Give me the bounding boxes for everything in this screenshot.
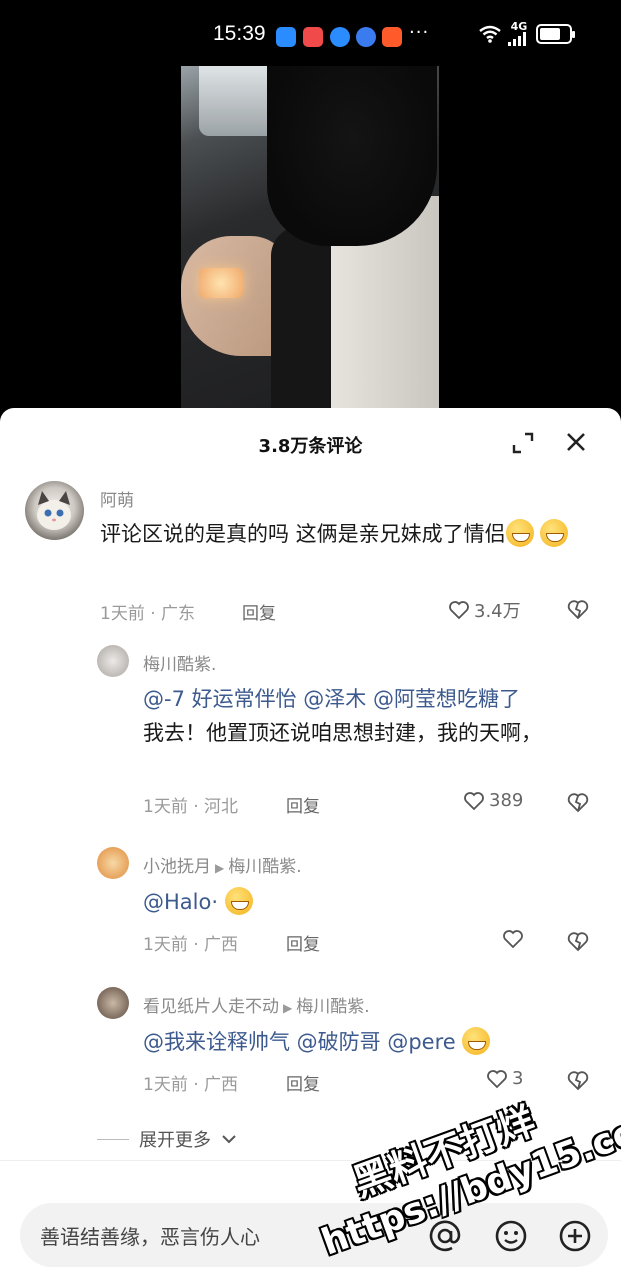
laugh-emoji-icon (505, 519, 534, 547)
shocked-emoji-icon (224, 887, 253, 915)
mentions[interactable]: @我来诠释帅气 @破防哥 @pere (143, 1030, 456, 1054)
mail-app-icon (303, 27, 323, 47)
reply-arrow-icon: ▶ (283, 1001, 293, 1015)
more-notifications-icon: ··· (409, 22, 430, 43)
network-type: 4G (510, 20, 528, 33)
expand-icon[interactable] (512, 432, 534, 454)
chevron-down-icon (222, 1135, 236, 1144)
like-count: 3 (512, 1068, 524, 1089)
heart-icon (464, 791, 484, 810)
comment-text: 评论区说的是真的吗 这俩是亲兄妹成了情侣 (100, 517, 598, 551)
expand-more-replies-button[interactable]: 展开更多 (97, 1126, 237, 1152)
reply-button[interactable]: 回复 (242, 599, 276, 624)
like-count: 389 (489, 790, 524, 811)
dislike-icon[interactable] (566, 791, 590, 813)
video-player[interactable] (181, 66, 439, 408)
battery-icon (536, 24, 575, 44)
add-icon[interactable] (558, 1219, 592, 1253)
reply-username[interactable]: 梅川酷紫. (143, 650, 216, 675)
like-count: 3.4万 (474, 601, 521, 622)
comment-input-placeholder: 善语结善缘，恶言伤人心 (40, 1225, 260, 1249)
heart-icon (503, 930, 523, 949)
status-time: 15:39 (213, 22, 266, 45)
emoji-icon[interactable] (494, 1219, 528, 1253)
like-button[interactable]: 3.4万 (448, 597, 521, 623)
reply-button[interactable]: 回复 (286, 1070, 320, 1095)
mentions[interactable]: @Halo· (143, 890, 218, 914)
mentions[interactable]: @-7 好运常伴怡 @泽木 @阿莹想吃糖了 (143, 687, 520, 711)
smile-emoji-icon (462, 1027, 491, 1055)
video-phone-glow (199, 268, 243, 298)
reply-text: @-7 好运常伴怡 @泽木 @阿莹想吃糖了 我去！他置顶还说咱思想封建，我的天啊… (143, 687, 542, 745)
reply-meta: 1天前 · 河北 (143, 797, 239, 817)
heart-icon (487, 1069, 507, 1088)
signal-icon (508, 32, 526, 46)
status-bar: 15:39 ··· 4G (0, 0, 621, 66)
reply-username: 看见纸片人走不动 ▶ 梅川酷紫. (143, 997, 370, 1017)
reply-username: 小池抚月 ▶ 梅川酷紫. (143, 857, 302, 877)
laugh-emoji-icon (540, 519, 569, 547)
reply-arrow-icon: ▶ (215, 861, 225, 875)
cat-avatar-icon (37, 491, 71, 530)
avatar[interactable] (97, 987, 129, 1019)
dislike-icon[interactable] (566, 598, 590, 620)
like-button[interactable]: 3 (486, 1068, 523, 1089)
video-person-hair (267, 66, 437, 246)
close-icon[interactable] (564, 430, 588, 454)
shield-app-icon (276, 27, 296, 47)
heart-icon (449, 601, 469, 620)
comment-meta: 1天前 · 广东 (100, 604, 196, 624)
avatar[interactable] (97, 847, 129, 879)
browser-app-icon (356, 27, 376, 47)
like-button[interactable]: 389 (463, 790, 523, 811)
reply-text: @我来诠释帅气 @破防哥 @pere (143, 1025, 491, 1059)
reply-button[interactable]: 回复 (286, 792, 320, 817)
reply-button[interactable]: 回复 (286, 930, 320, 955)
reply-text: @Halo· (143, 885, 253, 919)
like-button[interactable] (502, 929, 528, 949)
avatar[interactable] (97, 645, 129, 677)
wifi-icon (479, 25, 501, 43)
divider (97, 1138, 129, 1140)
store-app-icon (382, 27, 402, 47)
chat-app-icon (330, 27, 350, 47)
dislike-icon[interactable] (566, 930, 590, 952)
avatar[interactable] (25, 481, 84, 540)
comment-username[interactable]: 阿萌 (100, 486, 134, 511)
reply-meta: 1天前 · 广西 (143, 935, 239, 955)
reply-meta: 1天前 · 广西 (143, 1075, 239, 1095)
